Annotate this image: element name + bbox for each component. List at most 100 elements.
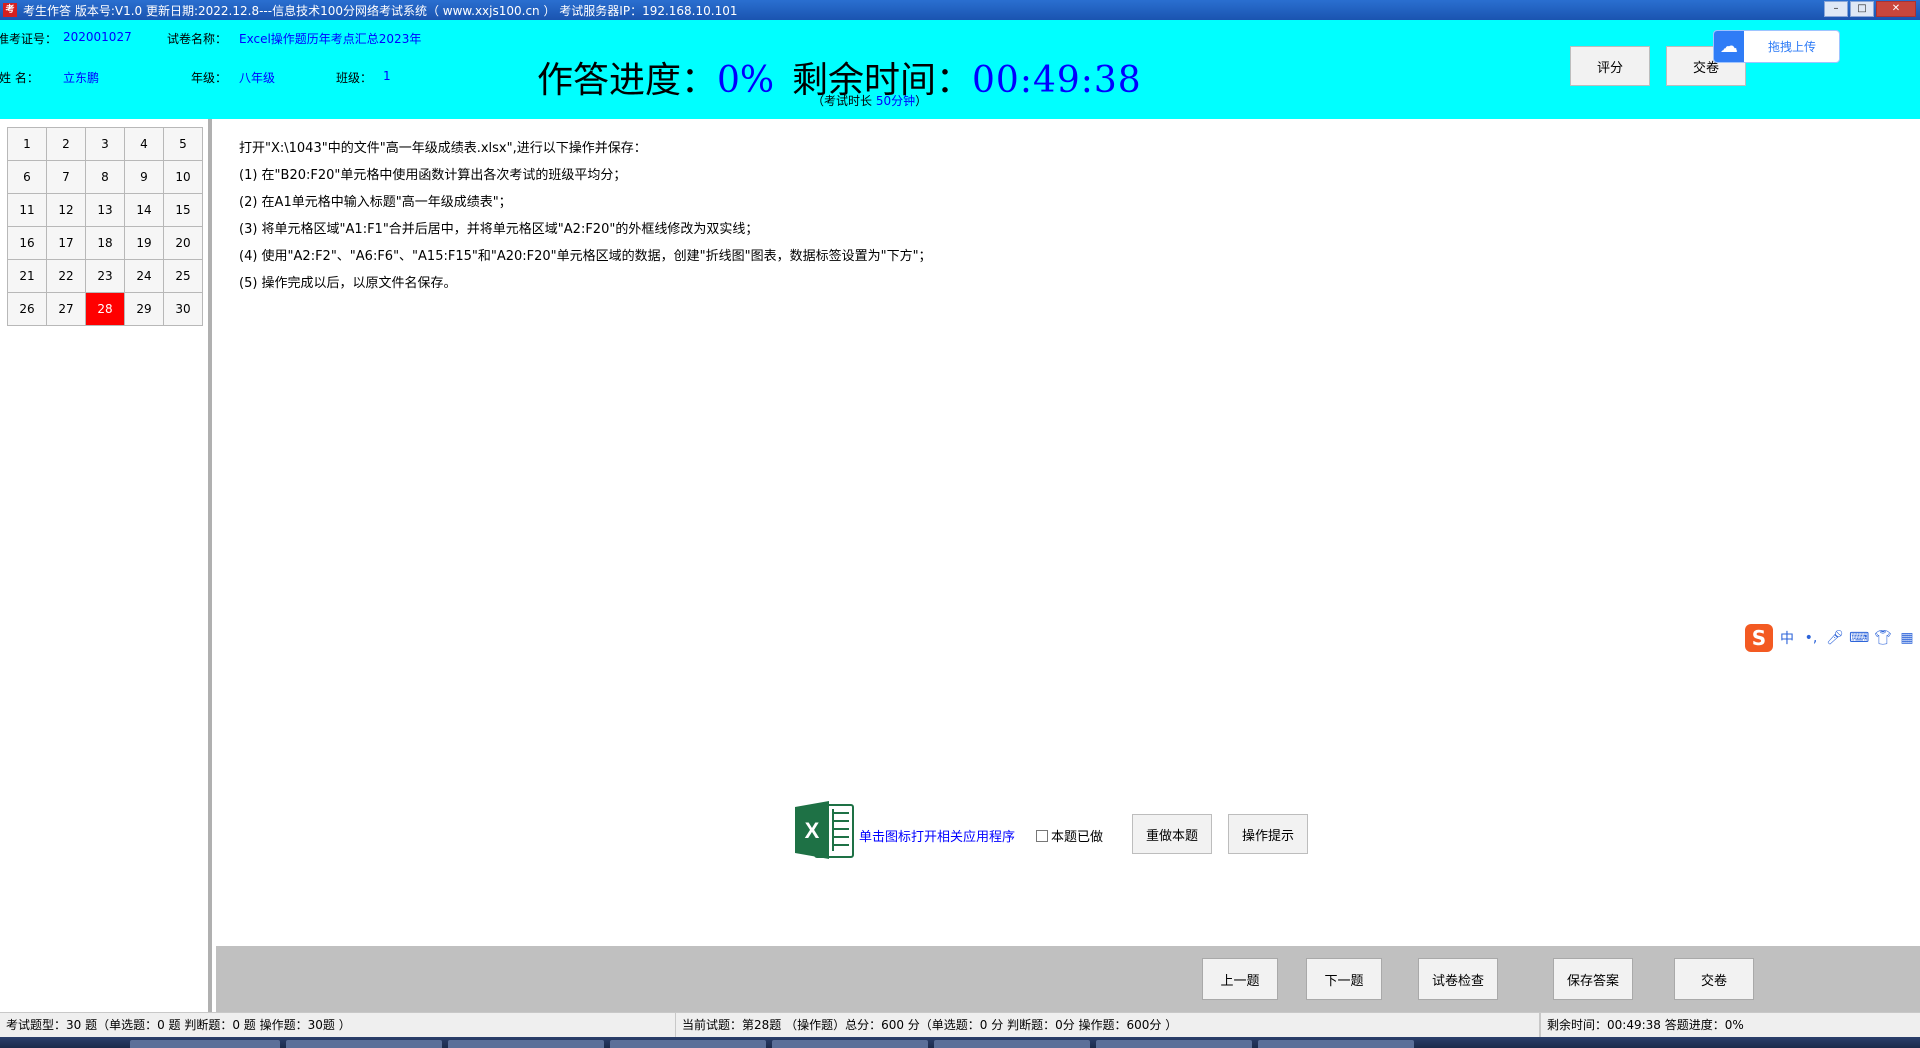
cloud-icon: ☁: [1714, 31, 1744, 62]
grade-value: 八年级: [239, 71, 276, 85]
duration-value: 50分钟: [875, 94, 916, 108]
question-line: (1) 在"B20:F20"单元格中使用函数计算出各次考试的班级平均分；: [239, 168, 627, 183]
taskbar-item[interactable]: [1258, 1040, 1414, 1048]
close-button[interactable]: ✕: [1876, 1, 1916, 17]
question-number-20[interactable]: 20: [163, 226, 203, 260]
mic-icon[interactable]: 🎤︎: [1825, 630, 1845, 646]
svg-text:X: X: [805, 818, 820, 843]
keyboard-icon[interactable]: ⌨: [1849, 630, 1869, 646]
progress-display: 作答进度：0%: [537, 51, 774, 103]
question-grid: 1 2 3 4 5 6 7 8 9 10 11 12 13 14 15 16 17 18 19 20 21 22 23 24 2…: [7, 127, 203, 326]
question-number-2[interactable]: 2: [46, 127, 86, 161]
question-number-10[interactable]: 10: [163, 160, 203, 194]
question-line: 打开"X:\1043"中的文件"高一年级成绩表.xlsx",进行以下操作并保存：: [239, 141, 647, 156]
duration-suffix: ）: [915, 94, 928, 108]
question-navigator: 1 2 3 4 5 6 7 8 9 10 11 12 13 14 15 16 17 18 19 20 21 22 23 24 2…: [0, 119, 212, 1012]
student-name-value: 立东鹏: [63, 71, 100, 85]
question-number-9[interactable]: 9: [124, 160, 164, 194]
taskbar-item[interactable]: [1096, 1040, 1252, 1048]
paper-check-button[interactable]: 试卷检查: [1418, 958, 1498, 1000]
question-number-18[interactable]: 18: [85, 226, 125, 260]
question-number-27[interactable]: 27: [46, 292, 86, 326]
window-title: 考生作答 版本号:V1.0 更新日期:2022.12.8---信息技术100分网…: [23, 3, 738, 18]
question-line: (2) 在A1单元格中输入标题"高一年级成绩表"；: [239, 195, 512, 210]
window-controls: – □ ✕: [1824, 1, 1916, 17]
student-name-label: 姓 名：: [0, 71, 39, 85]
taskbar-item[interactable]: [934, 1040, 1090, 1048]
status-current-question: 当前试题：第28题 （操作题）总分：600 分（单选题：0 分 判断题：0分 操…: [676, 1013, 1540, 1037]
exam-app-icon: 考: [3, 3, 17, 17]
question-line: (4) 使用"A2:F2"、"A6:F6"、"A15:F15"和"A20:F20…: [239, 249, 932, 264]
title-bar: 考 考生作答 版本号:V1.0 更新日期:2022.12.8---信息技术100…: [0, 0, 1920, 20]
progress-value: 0%: [717, 60, 775, 101]
maximize-button[interactable]: □: [1850, 1, 1874, 17]
progress-label: 作答进度：: [537, 60, 718, 101]
exam-header: 准考证号： 202001027 试卷名称： Excel操作题历年考点汇总2023…: [0, 20, 1920, 119]
question-number-1[interactable]: 1: [7, 127, 47, 161]
question-number-15[interactable]: 15: [163, 193, 203, 227]
grid-icon[interactable]: ▦: [1897, 630, 1917, 646]
operation-hint-button[interactable]: 操作提示: [1228, 814, 1308, 854]
question-number-3[interactable]: 3: [85, 127, 125, 161]
excel-icon[interactable]: X: [793, 799, 855, 861]
question-number-6[interactable]: 6: [7, 160, 47, 194]
next-question-button[interactable]: 下一题: [1306, 958, 1382, 1000]
bottom-navigation: 上一题 下一题 试卷检查 保存答案 交卷: [216, 946, 1920, 1012]
paper-name-value: Excel操作题历年考点汇总2023年: [239, 32, 422, 46]
question-line: (3) 将单元格区域"A1:F1"合并后居中，并将单元格区域"A2:F20"的外…: [239, 222, 759, 237]
question-number-23[interactable]: 23: [85, 259, 125, 293]
question-number-21[interactable]: 21: [7, 259, 47, 293]
prev-question-button[interactable]: 上一题: [1202, 958, 1278, 1000]
status-time-progress: 剩余时间：00:49:38 答题进度：0%: [1540, 1013, 1920, 1037]
question-number-8[interactable]: 8: [85, 160, 125, 194]
score-button[interactable]: 评分: [1570, 46, 1650, 86]
question-number-29[interactable]: 29: [124, 292, 164, 326]
question-number-22[interactable]: 22: [46, 259, 86, 293]
exam-duration: （考试时长 50分钟）: [812, 92, 927, 109]
status-bar: 考试题型：30 题（单选题：0 题 判断题：0 题 操作题：30题 ） 当前试题…: [0, 1012, 1920, 1037]
question-panel: 打开"X:\1043"中的文件"高一年级成绩表.xlsx",进行以下操作并保存：…: [216, 119, 1920, 946]
save-answer-button[interactable]: 保存答案: [1553, 958, 1633, 1000]
ime-toolbar: S 中 •, 🎤︎ ⌨ 👕︎ ▦: [1743, 622, 1920, 654]
question-number-5[interactable]: 5: [163, 127, 203, 161]
class-value: 1: [383, 69, 391, 83]
question-number-7[interactable]: 7: [46, 160, 86, 194]
drag-upload-button[interactable]: ☁ 拖拽上传: [1713, 30, 1840, 63]
question-number-14[interactable]: 14: [124, 193, 164, 227]
minimize-button[interactable]: –: [1824, 1, 1848, 17]
done-checkbox[interactable]: 本题已做: [1036, 826, 1103, 845]
sogou-icon[interactable]: S: [1745, 624, 1773, 652]
redo-question-button[interactable]: 重做本题: [1132, 814, 1212, 854]
paper-name-label: 试卷名称：: [167, 32, 228, 46]
question-number-16[interactable]: 16: [7, 226, 47, 260]
shirt-icon[interactable]: 👕︎: [1873, 630, 1893, 646]
duration-prefix: （考试时长: [812, 94, 876, 108]
question-number-26[interactable]: 26: [7, 292, 47, 326]
taskbar-item[interactable]: [448, 1040, 604, 1048]
ime-mode[interactable]: 中: [1777, 628, 1797, 648]
open-app-link[interactable]: 单击图标打开相关应用程序: [859, 826, 1015, 845]
grade-label: 年级：: [191, 71, 228, 85]
taskbar-item[interactable]: [286, 1040, 442, 1048]
question-number-13[interactable]: 13: [85, 193, 125, 227]
ime-punctuation[interactable]: •,: [1801, 630, 1821, 646]
question-number-28[interactable]: 28: [85, 292, 125, 326]
question-number-17[interactable]: 17: [46, 226, 86, 260]
done-checkbox-box[interactable]: [1036, 829, 1048, 842]
question-text: 打开"X:\1043"中的文件"高一年级成绩表.xlsx",进行以下操作并保存：…: [239, 135, 932, 297]
class-label: 班级：: [336, 71, 373, 85]
taskbar-item[interactable]: [130, 1040, 280, 1048]
exam-id-value: 202001027: [63, 30, 132, 44]
question-number-30[interactable]: 30: [163, 292, 203, 326]
done-checkbox-label: 本题已做: [1051, 830, 1104, 845]
question-number-11[interactable]: 11: [7, 193, 47, 227]
taskbar-item[interactable]: [610, 1040, 766, 1048]
drag-upload-label: 拖拽上传: [1768, 40, 1817, 54]
question-number-25[interactable]: 25: [163, 259, 203, 293]
question-number-4[interactable]: 4: [124, 127, 164, 161]
submit-button[interactable]: 交卷: [1674, 958, 1754, 1000]
question-number-24[interactable]: 24: [124, 259, 164, 293]
question-number-19[interactable]: 19: [124, 226, 164, 260]
taskbar-item[interactable]: [772, 1040, 928, 1048]
question-number-12[interactable]: 12: [46, 193, 86, 227]
